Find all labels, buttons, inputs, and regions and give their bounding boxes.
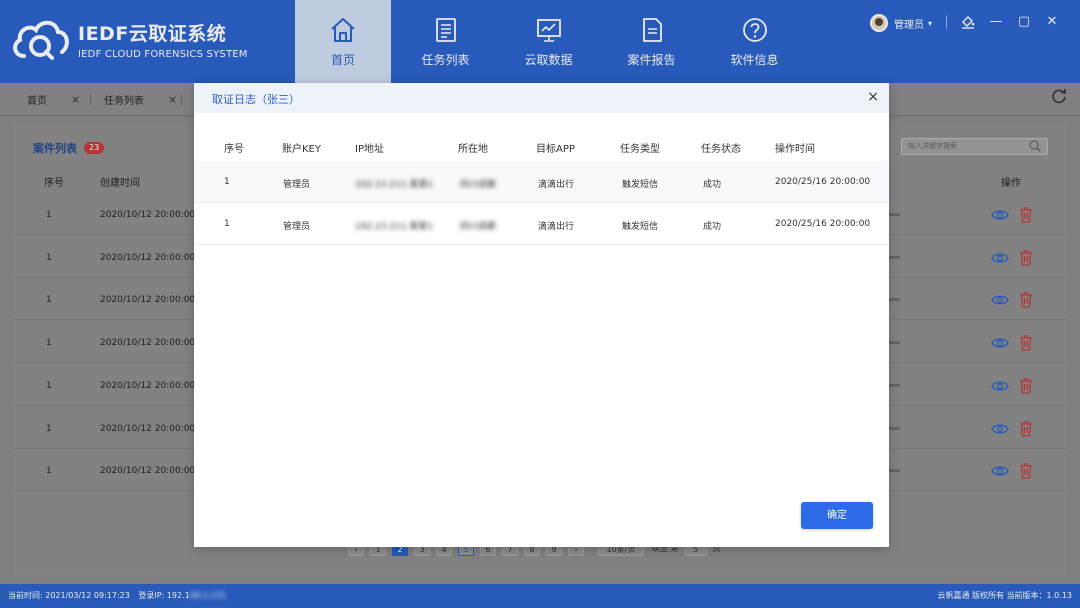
cell-task-status: 成功 xyxy=(703,180,722,190)
column-header-target-app: 目标APP xyxy=(536,144,575,155)
cell-target-app: 滴滴出行 xyxy=(538,222,575,232)
cell-account: 管理员 xyxy=(283,222,311,232)
cell-location: 四川成都 xyxy=(460,222,497,232)
column-header-account: 账户KEY xyxy=(282,144,321,155)
table-row: 1 管理员 192.23.211.某某1 四川成都 滴滴出行 触发短信 成功 2020/25/… xyxy=(194,161,889,203)
cell-account: 管理员 xyxy=(283,180,311,190)
cell-index: 1 xyxy=(224,177,230,187)
cell-location: 四川成都 xyxy=(460,180,497,190)
confirm-button[interactable]: 确定 xyxy=(801,502,873,529)
close-icon[interactable]: × xyxy=(867,89,879,105)
column-header-location: 所在地 xyxy=(458,144,488,155)
cell-index: 1 xyxy=(224,219,230,229)
cell-task-status: 成功 xyxy=(703,222,722,232)
column-header-task-type: 任务类型 xyxy=(620,144,660,155)
column-header-index: 序号 xyxy=(224,144,244,155)
cell-task-type: 触发短信 xyxy=(622,180,659,190)
cell-op-time: 2020/25/16 20:00:00 xyxy=(775,177,871,187)
dialog-title: 取证日志（张三） xyxy=(212,93,300,106)
cell-ip: 192.23.211.某某1 xyxy=(355,222,434,232)
forensics-log-dialog: 取证日志（张三） × 序号 账户KEY IP地址 所在地 目标APP 任务类型 … xyxy=(194,83,889,547)
dialog-header: 取证日志（张三） × xyxy=(194,83,889,113)
column-header-ip: IP地址 xyxy=(355,144,384,155)
column-header-task-status: 任务状态 xyxy=(701,144,741,155)
table-row: 1 管理员 192.23.211.某某1 四川成都 滴滴出行 触发短信 成功 2020/25/… xyxy=(194,203,889,245)
cell-ip: 192.23.211.某某1 xyxy=(355,180,434,190)
cell-op-time: 2020/25/16 20:00:00 xyxy=(775,219,871,229)
cell-target-app: 滴滴出行 xyxy=(538,180,575,190)
cell-task-type: 触发短信 xyxy=(622,222,659,232)
column-header-op-time: 操作时间 xyxy=(775,144,815,155)
